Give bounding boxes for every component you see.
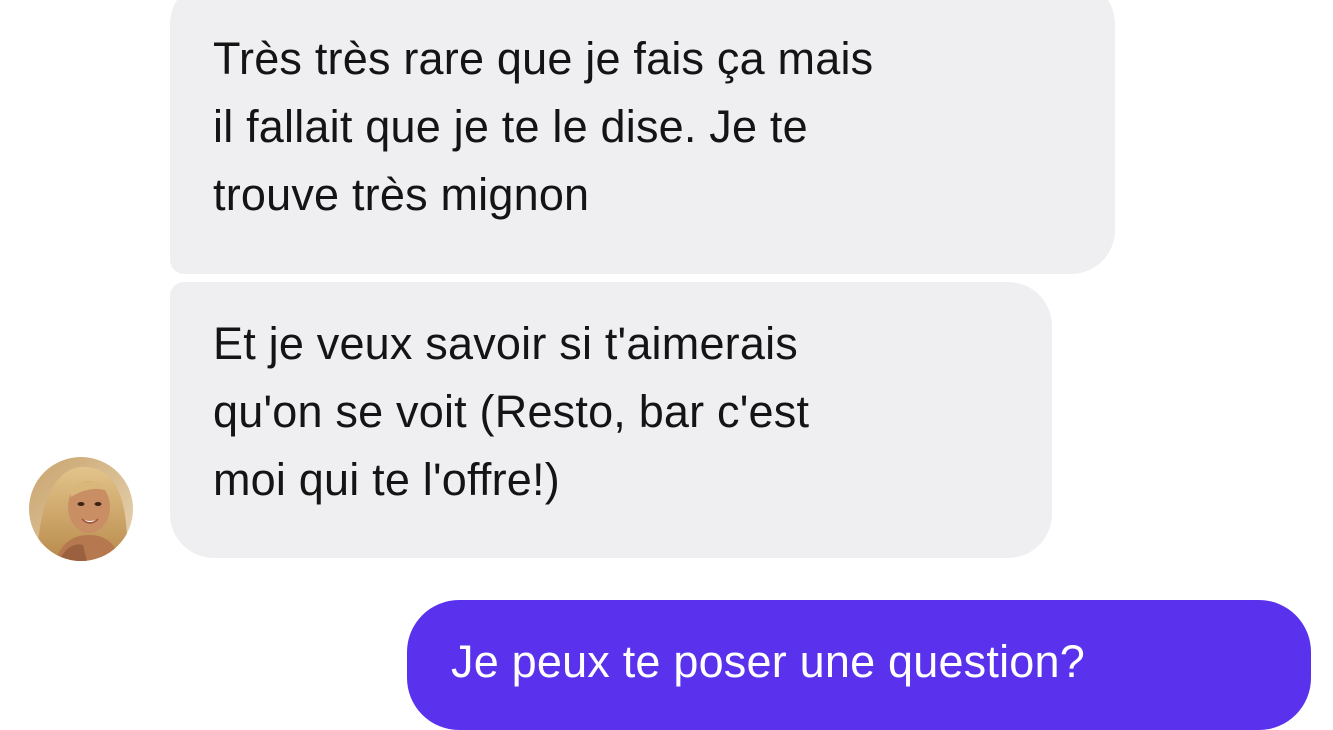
received-message-bubble[interactable]: Et je veux savoir si t'aimerais qu'on se… [170, 282, 1052, 558]
message-thread: Très très rare que je fais ça mais il fa… [0, 0, 1333, 730]
profile-photo-icon [29, 457, 133, 561]
sent-message-bubble[interactable]: Je peux te poser une question? [407, 600, 1311, 730]
contact-avatar[interactable] [29, 457, 133, 561]
received-message-bubble[interactable]: Très très rare que je fais ça mais il fa… [170, 0, 1115, 274]
